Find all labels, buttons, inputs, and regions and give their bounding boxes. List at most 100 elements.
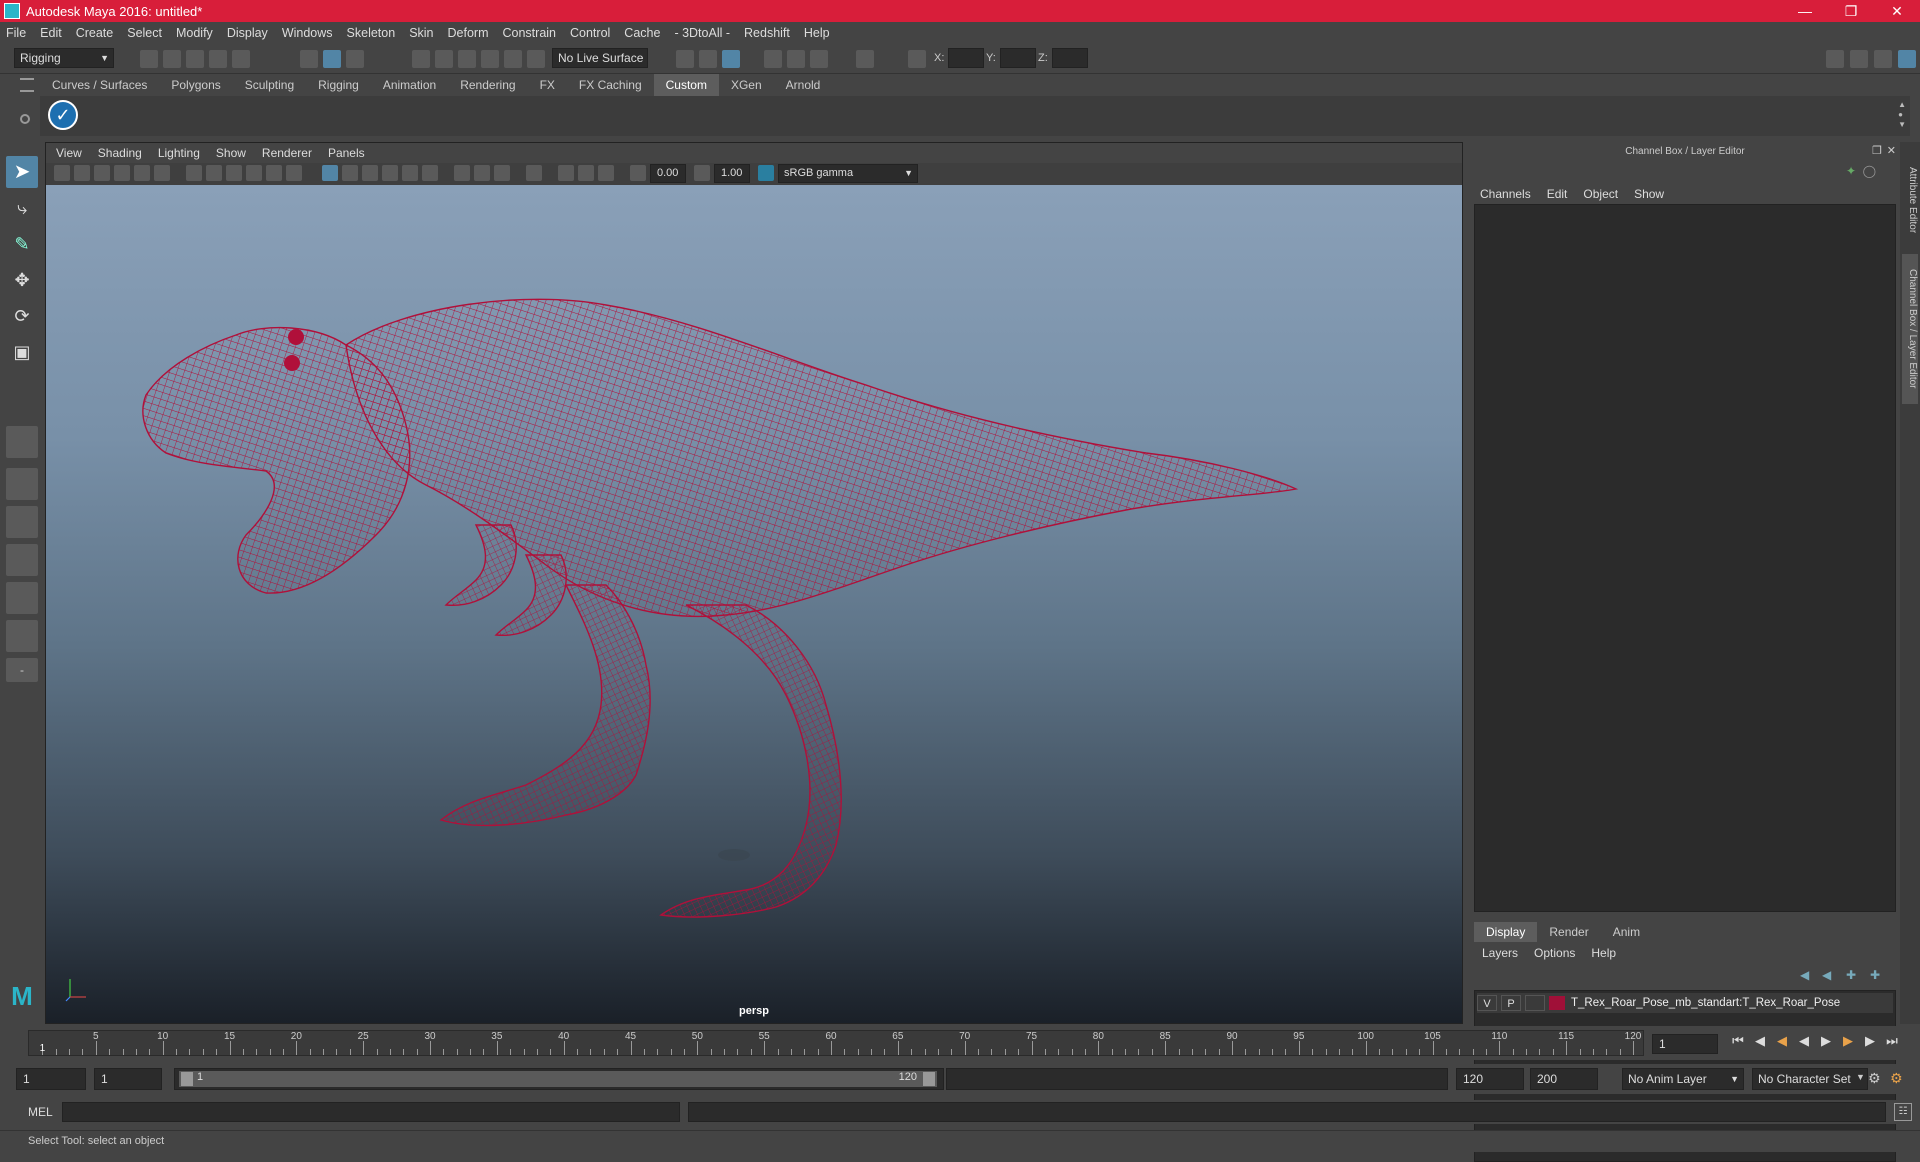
playback-end-input[interactable]: 120 <box>1456 1068 1524 1090</box>
go-to-start-icon[interactable]: ⏮ <box>1730 1033 1746 1049</box>
snap-view-icon[interactable] <box>481 50 499 68</box>
redo-icon[interactable] <box>232 50 250 68</box>
new-layer-selected-icon[interactable]: ✚ <box>1870 968 1880 982</box>
menu-3dtoall[interactable]: - 3DtoAll - <box>674 26 730 40</box>
manipulator-icon[interactable]: ✦ <box>1846 164 1856 178</box>
snap-curve-icon[interactable] <box>435 50 453 68</box>
range-bar[interactable]: 1 120 <box>179 1071 937 1087</box>
bookmark-icon[interactable] <box>94 165 110 181</box>
select-component-icon[interactable] <box>346 50 364 68</box>
menu-skeleton[interactable]: Skeleton <box>347 26 396 40</box>
layer-menu-help[interactable]: Help <box>1591 946 1616 960</box>
step-back-key-icon[interactable]: ◀ <box>1774 1033 1790 1049</box>
tab-rendering[interactable]: Rendering <box>448 74 527 96</box>
speed-icon[interactable]: ◯ <box>1863 164 1876 178</box>
new-layer-icon[interactable]: ✚ <box>1846 968 1856 982</box>
trex-wireframe[interactable] <box>46 185 1462 1023</box>
tool-settings-icon[interactable] <box>1874 50 1892 68</box>
channel-box-toggle-icon[interactable] <box>1898 50 1916 68</box>
cb-menu-object[interactable]: Object <box>1583 187 1618 201</box>
tab-polygons[interactable]: Polygons <box>159 74 232 96</box>
live-surface-field[interactable]: No Live Surface <box>552 48 648 68</box>
play-forward-icon[interactable]: ▶ <box>1818 1033 1834 1049</box>
minimize-icon[interactable]: — <box>1782 0 1828 22</box>
select-object-icon[interactable] <box>323 50 341 68</box>
sphere-render-icon[interactable] <box>856 50 874 68</box>
exposure-input[interactable]: 0.00 <box>650 164 686 183</box>
paint-select-icon[interactable]: ✎ <box>6 228 38 260</box>
step-forward-icon[interactable]: ▶ <box>1862 1033 1878 1049</box>
x-input[interactable] <box>948 48 984 68</box>
color-management-icon[interactable] <box>758 165 774 181</box>
menu-constrain[interactable]: Constrain <box>503 26 557 40</box>
vp-menu-renderer[interactable]: Renderer <box>262 146 312 160</box>
construction-history-icon[interactable] <box>676 50 694 68</box>
grease-pencil-icon[interactable] <box>154 165 170 181</box>
z-input[interactable] <box>1052 48 1088 68</box>
vp-menu-show[interactable]: Show <box>216 146 246 160</box>
xray-joints-icon[interactable] <box>578 165 594 181</box>
go-to-end-icon[interactable]: ⏭ <box>1884 1033 1900 1049</box>
script-editor-icon[interactable]: ☷ <box>1894 1103 1912 1121</box>
menu-control[interactable]: Control <box>570 26 610 40</box>
single-pane-layout-icon[interactable] <box>6 426 38 458</box>
render-current-icon[interactable] <box>699 50 717 68</box>
new-scene-icon[interactable] <box>140 50 158 68</box>
gate-mask-icon[interactable] <box>246 165 262 181</box>
tab-anim[interactable]: Anim <box>1601 922 1652 942</box>
playback-start-input[interactable]: 1 <box>94 1068 162 1090</box>
stacked-layout-icon[interactable] <box>6 582 38 614</box>
time-ruler[interactable]: 5 10 15 20 25 30 35 40 45 50 55 60 65 70 75 80 85 90 95 100… <box>28 1030 1644 1056</box>
ambient-occlusion-icon[interactable] <box>454 165 470 181</box>
cb-menu-edit[interactable]: Edit <box>1547 187 1568 201</box>
2d-pan-zoom-icon[interactable] <box>134 165 150 181</box>
wireframe-icon[interactable] <box>322 165 338 181</box>
menu-display[interactable]: Display <box>227 26 268 40</box>
safe-action-icon[interactable] <box>286 165 302 181</box>
xray-icon[interactable] <box>558 165 574 181</box>
menu-skin[interactable]: Skin <box>409 26 433 40</box>
tab-channel-box-layer-editor[interactable]: Channel Box / Layer Editor <box>1902 254 1918 404</box>
use-lights-icon[interactable] <box>402 165 418 181</box>
hypershade-icon[interactable] <box>787 50 805 68</box>
range-start-handle[interactable] <box>181 1072 193 1086</box>
motion-blur-icon[interactable] <box>474 165 490 181</box>
scene-view[interactable]: persp <box>46 185 1462 1023</box>
transform-mode-icon[interactable] <box>908 50 926 68</box>
snap-grid-icon[interactable] <box>412 50 430 68</box>
undo-icon[interactable] <box>209 50 227 68</box>
layer-color-swatch[interactable] <box>1549 996 1565 1010</box>
smooth-shade-icon[interactable] <box>342 165 358 181</box>
shelf-settings-icon[interactable] <box>20 114 30 124</box>
resolution-gate-icon[interactable] <box>226 165 242 181</box>
tab-display[interactable]: Display <box>1474 922 1538 942</box>
y-input[interactable] <box>1000 48 1036 68</box>
shelf-scroll-icon[interactable]: ▲ ● ▼ <box>1898 100 1906 130</box>
tab-curves-surfaces[interactable]: Curves / Surfaces <box>40 74 159 96</box>
animation-preferences-icon[interactable]: ⚙ <box>1890 1070 1903 1087</box>
textured-icon[interactable] <box>382 165 398 181</box>
layer-row[interactable]: V P T_Rex_Roar_Pose_mb_standart:T_Rex_Ro… <box>1477 993 1893 1013</box>
move-layer-down-icon[interactable]: ◀ <box>1822 968 1831 982</box>
save-scene-icon[interactable] <box>186 50 204 68</box>
script-language-label[interactable]: MEL <box>28 1105 53 1119</box>
vp-menu-lighting[interactable]: Lighting <box>158 146 200 160</box>
tab-animation[interactable]: Animation <box>371 74 448 96</box>
select-hierarchy-icon[interactable] <box>300 50 318 68</box>
scale-tool-icon[interactable]: ▣ <box>6 336 38 368</box>
menu-modify[interactable]: Modify <box>176 26 213 40</box>
vp-menu-panels[interactable]: Panels <box>328 146 365 160</box>
menu-windows[interactable]: Windows <box>282 26 333 40</box>
character-set-dropdown[interactable]: No Character Set <box>1752 1068 1868 1090</box>
graph-layout-icon[interactable] <box>6 620 38 652</box>
outliner-persp-layout-icon[interactable] <box>6 544 38 576</box>
grid-toggle-icon[interactable] <box>186 165 202 181</box>
rotate-tool-icon[interactable]: ⟳ <box>6 300 38 332</box>
current-frame-input[interactable]: 1 <box>1652 1034 1718 1054</box>
snap-pivot-icon[interactable] <box>527 50 545 68</box>
menu-edit[interactable]: Edit <box>40 26 62 40</box>
tab-render[interactable]: Render <box>1537 922 1600 942</box>
anim-layer-dropdown[interactable]: No Anim Layer ▼ <box>1622 1068 1744 1090</box>
gamma-icon[interactable] <box>694 165 710 181</box>
camera-attributes-icon[interactable] <box>74 165 90 181</box>
